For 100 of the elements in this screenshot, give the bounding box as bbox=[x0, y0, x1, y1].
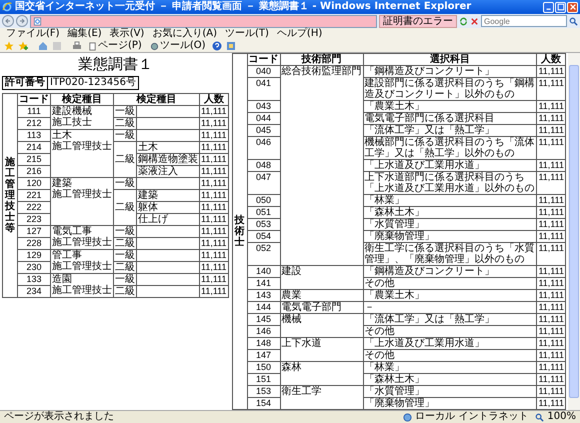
subject-cell: 「上水道及び工業用水道」 bbox=[363, 338, 537, 350]
count-cell: 11,111 bbox=[536, 112, 566, 124]
subject-cell: 「廃棄物管理」 bbox=[363, 230, 537, 242]
department-cell: 建設 bbox=[280, 266, 364, 290]
menu-item[interactable]: 表示(V) bbox=[110, 28, 144, 40]
count-cell: 11,111 bbox=[536, 386, 566, 398]
code-cell: 144 bbox=[247, 302, 280, 314]
code-cell: 228 bbox=[18, 238, 50, 250]
back-button[interactable] bbox=[2, 15, 14, 27]
count-cell: 11,111 bbox=[200, 274, 228, 286]
stop-icon bbox=[470, 16, 479, 26]
subject-cell: 「水質管理」 bbox=[363, 386, 537, 398]
section-label: 技術士 bbox=[234, 215, 245, 248]
code-cell: 146 bbox=[247, 326, 280, 338]
subject-cell: 「上水道及び工業用水道」 bbox=[363, 160, 537, 172]
printer-icon[interactable] bbox=[72, 41, 82, 51]
code-cell: 150 bbox=[247, 362, 280, 374]
count-cell: 11,111 bbox=[536, 78, 566, 100]
count-cell: 11,111 bbox=[536, 350, 566, 362]
count-cell: 11,111 bbox=[200, 214, 228, 226]
count-cell: 11,111 bbox=[200, 166, 228, 178]
count-cell: 11,111 bbox=[536, 136, 566, 160]
column-header: 人数 bbox=[200, 94, 228, 106]
subject-cell: 「林業」 bbox=[363, 362, 537, 374]
menu-item[interactable]: ツール(T) bbox=[225, 28, 269, 40]
section-label: 施工管理技士等 bbox=[5, 157, 15, 234]
page-menu-button[interactable]: ページ(P) bbox=[86, 40, 144, 52]
count-cell: 11,111 bbox=[200, 154, 228, 166]
count-cell: 11,111 bbox=[536, 326, 566, 338]
code-cell: 046 bbox=[247, 136, 280, 160]
department-cell: 総合技術監理部門 bbox=[280, 66, 364, 266]
certificate-error-button[interactable]: 証明書のエラー bbox=[379, 14, 457, 28]
count-cell: 11,111 bbox=[536, 66, 566, 78]
tools-menu-button[interactable]: ツール(O) bbox=[148, 40, 208, 52]
count-cell: 11,111 bbox=[200, 286, 228, 298]
page-icon bbox=[33, 16, 42, 26]
grade-cell: 一級 bbox=[114, 274, 136, 286]
subject-cell: 「水質管理」 bbox=[363, 218, 537, 230]
department-cell: 農業 bbox=[280, 290, 364, 302]
stop-button[interactable] bbox=[470, 16, 479, 26]
menu-item[interactable]: ファイル(F) bbox=[6, 28, 60, 40]
subject-cell: 「森林土木」 bbox=[363, 374, 537, 386]
count-cell: 11,111 bbox=[200, 202, 228, 214]
subcategory-cell: 鋼構造物塗装 bbox=[136, 154, 200, 166]
code-cell: 215 bbox=[18, 154, 50, 166]
code-cell: 047 bbox=[247, 172, 280, 194]
code-cell: 051 bbox=[247, 206, 280, 218]
close-button[interactable] bbox=[567, 2, 578, 12]
grade-cell: 二級 bbox=[114, 142, 136, 178]
grade-cell: 一級 bbox=[114, 178, 136, 190]
count-cell: 11,111 bbox=[536, 302, 566, 314]
department-cell: 電気電子部門 bbox=[280, 302, 364, 314]
grade-cell: 一級 bbox=[114, 106, 136, 118]
menu-item[interactable]: ヘルプ(H) bbox=[276, 28, 322, 40]
subject-cell: 「鋼構造及びコンクリート」 bbox=[363, 66, 537, 78]
grade-cell: 一級 bbox=[114, 226, 136, 238]
minimize-button[interactable] bbox=[543, 2, 554, 12]
subject-cell: その他 bbox=[363, 278, 537, 290]
help-icon[interactable] bbox=[212, 41, 222, 51]
subject-cell: 「流体工学」又は「熱工学」 bbox=[363, 314, 537, 326]
code-cell: 113 bbox=[18, 130, 50, 142]
qualification-cell: 電気工事 施工管理技士 bbox=[50, 226, 114, 250]
count-cell: 11,111 bbox=[536, 218, 566, 230]
qualification-cell: 建築 施工管理技士 bbox=[50, 178, 114, 226]
subcategory-cell: 薬液注入 bbox=[136, 166, 200, 178]
code-cell: 127 bbox=[18, 226, 50, 238]
scrollbar[interactable] bbox=[568, 53, 580, 410]
column-header: コード bbox=[18, 94, 50, 106]
search-field[interactable]: Google bbox=[481, 15, 567, 27]
grade-cell: 二級 bbox=[114, 286, 136, 298]
code-cell: 154 bbox=[247, 398, 280, 410]
browser-logo-icon bbox=[2, 2, 12, 12]
scrollbar-thumb[interactable] bbox=[569, 65, 579, 398]
menu-item[interactable]: お気に入り(A) bbox=[152, 28, 217, 40]
zoom-level[interactable]: 100% bbox=[547, 411, 576, 423]
code-cell: 223 bbox=[18, 214, 50, 226]
count-cell: 11,111 bbox=[200, 226, 228, 238]
count-cell: 11,111 bbox=[536, 398, 566, 410]
address-field[interactable] bbox=[30, 14, 377, 28]
star-icon[interactable] bbox=[4, 41, 14, 51]
code-cell: 222 bbox=[18, 202, 50, 214]
menu-item[interactable]: 編集(E) bbox=[68, 28, 102, 40]
refresh-button[interactable] bbox=[459, 16, 468, 26]
code-cell: 133 bbox=[18, 274, 50, 286]
subcategory-cell: 仕上げ bbox=[136, 214, 200, 226]
count-cell: 11,111 bbox=[200, 130, 228, 142]
column-header: 検定種目 bbox=[114, 94, 200, 106]
maximize-button[interactable] bbox=[555, 2, 566, 12]
code-cell: 214 bbox=[18, 142, 50, 154]
status-message: ページが表示されました bbox=[4, 411, 115, 423]
add-star-icon[interactable] bbox=[18, 41, 28, 51]
subject-cell: 建設部門に係る選択科目のうち「鋼構造及びコンクリート」以外のもの bbox=[363, 78, 537, 100]
count-cell: 11,111 bbox=[536, 242, 566, 266]
globe-icon bbox=[403, 412, 412, 422]
subject-cell: 「農業土木」 bbox=[363, 290, 537, 302]
forward-button[interactable] bbox=[16, 15, 28, 27]
code-cell: 141 bbox=[247, 278, 280, 290]
code-cell: 221 bbox=[18, 190, 50, 202]
department-cell: 森林 bbox=[280, 362, 364, 386]
search-button[interactable] bbox=[569, 16, 578, 26]
